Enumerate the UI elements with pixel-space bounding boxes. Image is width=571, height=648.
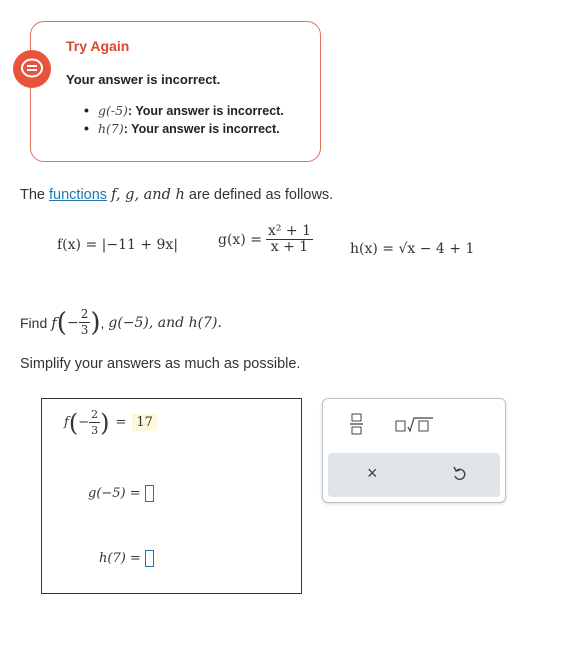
functions-link[interactable]: functions — [49, 187, 107, 203]
find-statement: Find f ( − 23 ) , g(−5), and h(7). — [20, 307, 222, 338]
feedback-item: h(7): Your answer is incorrect. — [84, 120, 284, 138]
g-definition: g(x) = x² + 1x + 1 — [218, 223, 314, 255]
h-answer-input[interactable] — [144, 550, 154, 567]
f-definition: f(x) = |−11 + 9x| — [57, 237, 179, 253]
problem-intro: The functions f, g, and h are defined as… — [20, 187, 334, 203]
f-answer-row: f ( − 23 ) = 17 — [64, 407, 157, 438]
simplify-instruction: Simplify your answers as much as possibl… — [20, 356, 301, 372]
undo-icon — [453, 466, 466, 481]
g-answer-input[interactable] — [144, 485, 154, 502]
f-answer-value[interactable]: 17 — [132, 414, 157, 431]
g-answer-row: g(−5) = — [88, 485, 154, 502]
clear-button[interactable]: × — [367, 463, 378, 484]
function-names: f, g, and h — [111, 187, 185, 203]
h-answer-row: h(7) = — [99, 550, 154, 567]
chat-bubble-icon — [13, 50, 51, 88]
sqrt-button[interactable] — [395, 417, 435, 438]
feedback-message: Your answer is incorrect. — [66, 72, 221, 87]
feedback-list: g(-5): Your answer is incorrect. h(7): Y… — [84, 102, 284, 138]
feedback-panel: Try Again Your answer is incorrect. g(-5… — [13, 21, 321, 162]
math-palette: × — [322, 398, 506, 503]
h-definition: h(x) = √x − 4 + 1 — [350, 241, 475, 257]
answer-box: f ( − 23 ) = 17 g(−5) = h(7) = — [41, 398, 302, 594]
fraction-icon — [350, 413, 363, 435]
feedback-title: Try Again — [66, 38, 130, 54]
fraction-button[interactable] — [350, 413, 364, 440]
feedback-item: g(-5): Your answer is incorrect. — [84, 102, 284, 120]
undo-button[interactable] — [453, 465, 467, 486]
sqrt-icon — [395, 417, 433, 433]
palette-action-bar: × — [328, 453, 500, 497]
close-icon: × — [367, 463, 378, 483]
